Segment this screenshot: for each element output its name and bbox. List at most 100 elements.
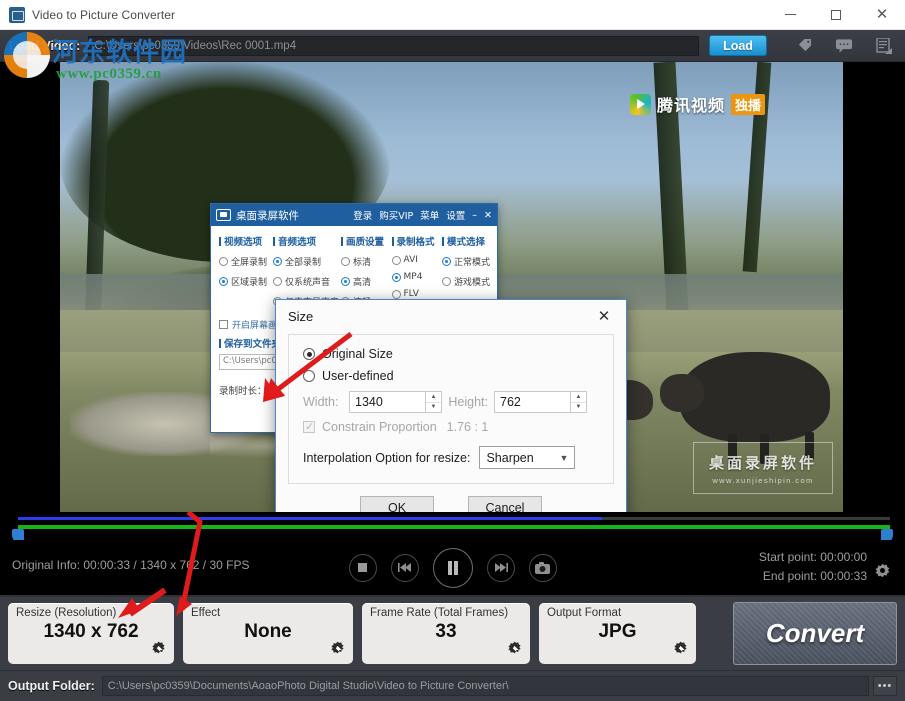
recording-duration-label: 录制时长： xyxy=(219,383,267,397)
tag-icon[interactable] xyxy=(795,37,813,55)
radio-option[interactable]: 游戏模式 xyxy=(442,275,490,288)
comment-icon[interactable] xyxy=(835,37,853,55)
previous-frame-button[interactable] xyxy=(391,554,419,582)
play-triangle-icon xyxy=(630,94,651,115)
next-frame-button[interactable] xyxy=(487,554,515,582)
interpolation-label: Interpolation Option for resize: xyxy=(303,451,470,465)
constrain-proportion-label: Constrain Proportion xyxy=(322,420,437,434)
effect-card[interactable]: Effect None xyxy=(183,603,353,664)
recorder-menu: 登录 购买VIP 菜单 设置 – ✕ xyxy=(353,208,492,222)
width-label: Width: xyxy=(303,395,349,409)
original-size-label: Original Size xyxy=(322,347,393,361)
recorder-menu-vip[interactable]: 购买VIP xyxy=(379,208,413,222)
output-folder-label: Output Folder: xyxy=(8,679,95,693)
width-spinner-arrows[interactable]: ▲ ▼ xyxy=(425,391,442,413)
user-defined-radio[interactable] xyxy=(303,370,315,382)
radio-label: 高清 xyxy=(353,275,371,288)
original-size-radio-row[interactable]: Original Size xyxy=(303,347,599,361)
app-window: Video to Picture Converter ✕ Load Video:… xyxy=(0,0,905,701)
snapshot-button[interactable] xyxy=(529,554,557,582)
recorder-menu-login[interactable]: 登录 xyxy=(353,208,372,222)
load-button[interactable]: Load xyxy=(709,35,767,56)
radio-option[interactable]: 高清 xyxy=(341,275,385,288)
output-format-card-gear-icon[interactable] xyxy=(673,640,688,660)
video-path-input[interactable]: C:\Users\pc0359\Videos\Rec 0001.mp4 xyxy=(88,36,699,56)
timeline-track[interactable] xyxy=(18,517,890,520)
recorder-watermark: 桌面录屏软件 www.xunjieshipin.com xyxy=(693,442,833,494)
timeline[interactable] xyxy=(0,512,905,540)
window-title: Video to Picture Converter xyxy=(32,8,175,22)
load-video-label: Load Video: xyxy=(9,39,80,53)
recorder-menu-settings[interactable]: 设置 xyxy=(446,208,465,222)
effect-card-gear-icon[interactable] xyxy=(330,640,345,660)
height-stepper[interactable]: ▲ ▼ xyxy=(494,391,587,413)
size-dialog-title: Size xyxy=(288,309,313,324)
radio-label: 仅系统声音 xyxy=(285,275,330,288)
recorder-minimize[interactable]: – xyxy=(472,210,477,221)
radio-option[interactable]: 全部录制 xyxy=(273,255,335,268)
size-dialog-close-icon[interactable]: ✕ xyxy=(586,301,622,331)
output-format-card[interactable]: Output Format JPG xyxy=(539,603,696,664)
radio-option[interactable]: 标清 xyxy=(341,255,385,268)
pause-button[interactable] xyxy=(433,548,473,588)
aspect-ratio-value: 1.76 : 1 xyxy=(447,420,489,434)
radio-label: 游戏模式 xyxy=(454,275,490,288)
window-controls: ✕ xyxy=(767,0,905,30)
list-icon[interactable] xyxy=(875,37,893,55)
recorder-menu-menu[interactable]: 菜单 xyxy=(420,208,439,222)
minimize-button[interactable] xyxy=(767,0,813,30)
radio-option[interactable]: 仅系统声音 xyxy=(273,275,335,288)
constrain-proportion-row[interactable]: Constrain Proportion 1.76 : 1 xyxy=(303,420,599,434)
column-heading: 音频选项 xyxy=(273,234,335,248)
radio-option[interactable]: 正常模式 xyxy=(442,255,490,268)
recorder-watermark-title: 桌面录屏软件 xyxy=(709,452,817,473)
radio-label: AVI xyxy=(404,255,418,265)
timeline-range-bar[interactable] xyxy=(18,525,890,529)
frame-rate-card[interactable]: Frame Rate (Total Frames) 33 xyxy=(362,603,530,664)
resize-card-gear-icon[interactable] xyxy=(151,640,166,660)
radio-option[interactable]: MP4 xyxy=(392,272,436,282)
toolbar-icons xyxy=(795,37,893,55)
browse-folder-button[interactable]: ••• xyxy=(873,676,897,696)
radio-label: 全屏录制 xyxy=(231,255,267,268)
recorder-close[interactable]: ✕ xyxy=(484,210,492,221)
maximize-button[interactable] xyxy=(813,0,859,30)
radio-option[interactable]: FLV xyxy=(392,289,436,299)
trim-settings-gear-icon[interactable] xyxy=(874,562,891,584)
radio-label: 区域录制 xyxy=(231,275,267,288)
frame-rate-card-gear-icon[interactable] xyxy=(507,640,522,660)
dimension-fields: Width: ▲ ▼ Height: ▲ ▼ xyxy=(303,391,599,413)
chevron-down-icon: ▼ xyxy=(560,453,569,463)
column-heading: 录制格式 xyxy=(392,234,436,248)
original-size-radio[interactable] xyxy=(303,348,315,360)
size-dialog[interactable]: Size ✕ Original Size User-defined Width: xyxy=(275,299,627,529)
radio-option[interactable]: 区域录制 xyxy=(219,275,267,288)
height-spinner-down[interactable]: ▼ xyxy=(571,403,586,413)
user-defined-radio-row[interactable]: User-defined xyxy=(303,369,599,383)
resize-card-title: Resize (Resolution) xyxy=(16,607,174,619)
recorder-column-video: 视频选项 全屏录制 区域录制 xyxy=(219,234,267,315)
radio-label: 全部录制 xyxy=(285,255,321,268)
output-folder-input[interactable]: C:\Users\pc0359\Documents\AoaoPhoto Digi… xyxy=(102,676,869,696)
width-spinner-up[interactable]: ▲ xyxy=(426,392,441,403)
output-folder-bar: Output Folder: C:\Users\pc0359\Documents… xyxy=(0,670,905,701)
radio-option[interactable]: AVI xyxy=(392,255,436,265)
radio-label: 标清 xyxy=(353,255,371,268)
close-button[interactable]: ✕ xyxy=(859,0,905,30)
resize-card-value: 1340 x 762 xyxy=(8,621,174,643)
recorder-title-bar: 桌面录屏软件 登录 购买VIP 菜单 设置 – ✕ xyxy=(211,204,497,226)
height-spinner-up[interactable]: ▲ xyxy=(571,392,586,403)
resize-card[interactable]: Resize (Resolution) 1340 x 762 xyxy=(8,603,174,664)
stop-button[interactable] xyxy=(349,554,377,582)
size-dialog-title-bar: Size ✕ xyxy=(276,300,626,332)
column-heading: 模式选择 xyxy=(442,234,490,248)
radio-option[interactable]: 全屏录制 xyxy=(219,255,267,268)
interpolation-select[interactable]: Sharpen ▼ xyxy=(479,446,575,469)
constrain-proportion-checkbox[interactable] xyxy=(303,421,315,433)
user-defined-label: User-defined xyxy=(322,369,394,383)
width-stepper[interactable]: ▲ ▼ xyxy=(349,391,442,413)
width-spinner-down[interactable]: ▼ xyxy=(426,403,441,413)
height-spinner-arrows[interactable]: ▲ ▼ xyxy=(570,391,587,413)
video-stage: 腾讯视频 独播 桌面录屏软件 www.xunjieshipin.com 桌面录屏… xyxy=(0,62,905,512)
convert-button[interactable]: Convert xyxy=(733,602,897,665)
